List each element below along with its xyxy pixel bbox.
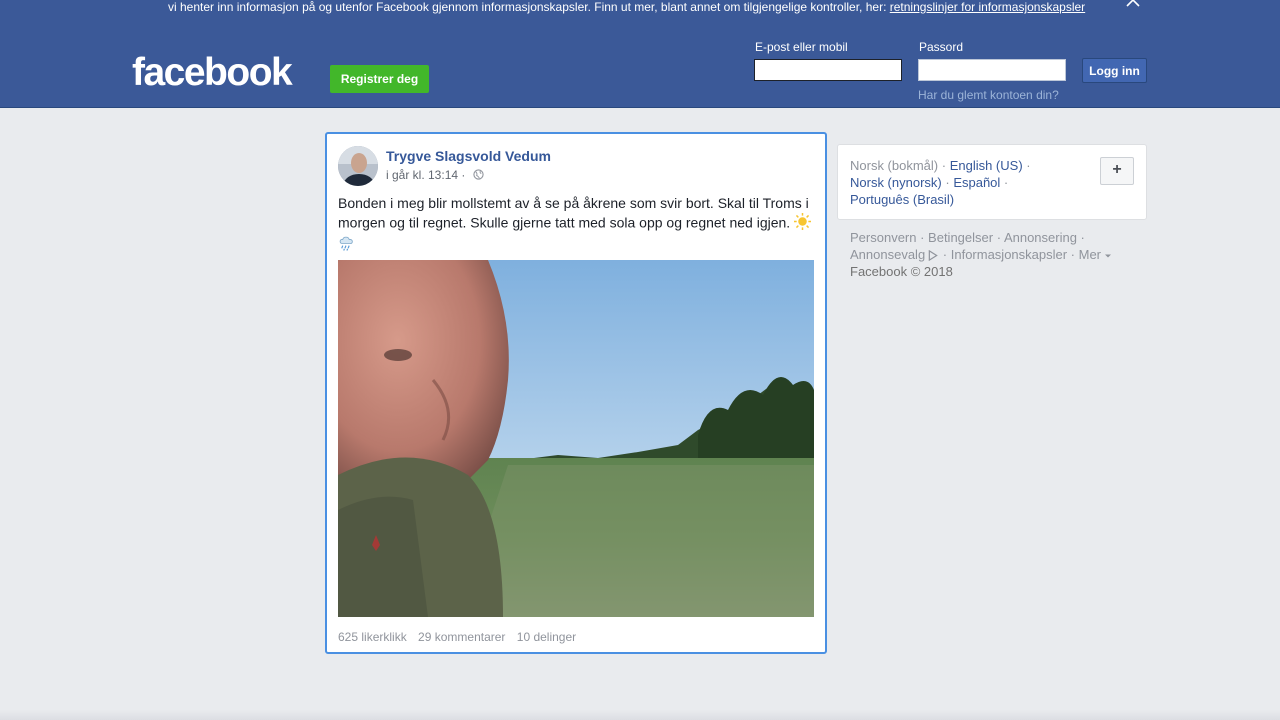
avatar[interactable]	[338, 146, 378, 186]
password-label: Passord	[919, 40, 964, 54]
cookie-banner: vi henter inn informasjon på og utenfor …	[0, 0, 1280, 24]
current-language: Norsk (bokmål)	[850, 158, 939, 173]
footer-link-terms[interactable]: Betingelser	[928, 230, 993, 245]
sun-emoji-icon	[794, 213, 812, 235]
post-card: Trygve Slagsvold Vedum i går kl. 13:14 ·…	[325, 132, 827, 654]
post-text: Bonden i meg blir mollstemt av å se på å…	[338, 194, 814, 257]
cookie-banner-text: vi henter inn informasjon på og utenfor …	[168, 0, 887, 14]
register-button[interactable]: Registrer deg	[330, 65, 429, 93]
facebook-logo[interactable]: facebook	[132, 50, 293, 96]
ad-choices-icon	[925, 247, 939, 262]
post-stats: 625 likerklikk 29 kommentarer 10 delinge…	[338, 630, 584, 644]
footer-link-cookies[interactable]: Informasjonskapsler	[951, 247, 1067, 262]
post-author[interactable]: Trygve Slagsvold Vedum	[386, 148, 551, 164]
caret-down-icon	[1101, 247, 1112, 262]
rain-cloud-emoji-icon	[338, 235, 355, 257]
close-icon[interactable]	[1125, 0, 1141, 14]
forgot-account-link[interactable]: Har du glemt kontoen din?	[918, 88, 1059, 102]
footer-link-more[interactable]: Mer	[1079, 247, 1101, 262]
footer-link-ad-choices[interactable]: Annonsevalg	[850, 247, 925, 262]
post-timestamp[interactable]: i går kl. 13:14	[386, 168, 458, 182]
language-list: Norsk (bokmål) · English (US) · Norsk (n…	[850, 158, 1031, 207]
shares-count[interactable]: 10 delinger	[517, 630, 576, 644]
password-field[interactable]	[918, 59, 1066, 81]
add-language-button[interactable]: +	[1100, 157, 1134, 185]
post-text-body: Bonden i meg blir mollstemt av å se på å…	[338, 195, 809, 231]
language-option[interactable]: Norsk (nynorsk)	[850, 175, 942, 190]
language-selector: Norsk (bokmål) · English (US) · Norsk (n…	[837, 144, 1147, 220]
bottom-shade	[0, 710, 1280, 720]
copyright: Facebook © 2018	[850, 264, 953, 279]
login-button[interactable]: Logg inn	[1082, 58, 1147, 83]
globe-icon	[473, 169, 484, 183]
footer-link-privacy[interactable]: Personvern	[850, 230, 916, 245]
language-option[interactable]: Português (Brasil)	[850, 192, 954, 207]
email-field[interactable]	[754, 59, 902, 81]
meta-separator: ·	[461, 168, 466, 182]
top-bar: facebook Registrer deg E-post eller mobi…	[0, 24, 1280, 108]
language-option[interactable]: Español	[953, 175, 1000, 190]
language-option[interactable]: English (US)	[950, 158, 1023, 173]
likes-count[interactable]: 625 likerklikk	[338, 630, 407, 644]
comments-count[interactable]: 29 kommentarer	[418, 630, 505, 644]
footer-links: Personvern · Betingelser · Annonsering ·…	[850, 229, 1140, 280]
post-meta: i går kl. 13:14 ·	[386, 168, 484, 183]
post-photo[interactable]	[338, 260, 814, 617]
cookie-policy-link[interactable]: retningslinjer for informasjonskapsler	[890, 0, 1085, 14]
email-label: E-post eller mobil	[755, 40, 848, 54]
footer-link-advertising[interactable]: Annonsering	[1004, 230, 1077, 245]
cookie-banner-text-wrap: vi henter inn informasjon på og utenfor …	[168, 0, 1085, 14]
